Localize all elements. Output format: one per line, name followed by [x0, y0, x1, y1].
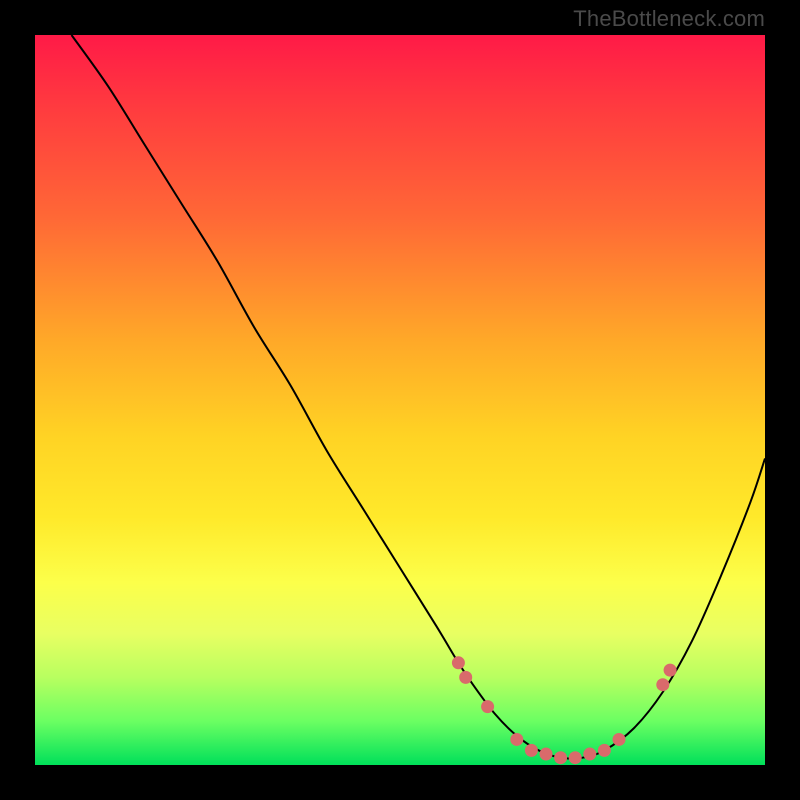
marker-dot	[569, 751, 582, 764]
marker-dot	[540, 748, 553, 761]
marker-dot	[656, 678, 669, 691]
curve-layer	[35, 35, 765, 765]
marker-dot	[583, 748, 596, 761]
marker-dot	[459, 671, 472, 684]
marker-dot	[664, 664, 677, 677]
marker-dot	[452, 656, 465, 669]
marker-dot	[481, 700, 494, 713]
watermark-text: TheBottleneck.com	[573, 6, 765, 32]
marker-dot	[510, 733, 523, 746]
bottleneck-curve	[72, 35, 766, 759]
highlight-markers	[452, 656, 677, 764]
plot-area	[35, 35, 765, 765]
marker-dot	[554, 751, 567, 764]
marker-dot	[613, 733, 626, 746]
marker-dot	[525, 744, 538, 757]
marker-dot	[598, 744, 611, 757]
chart-frame: TheBottleneck.com	[0, 0, 800, 800]
